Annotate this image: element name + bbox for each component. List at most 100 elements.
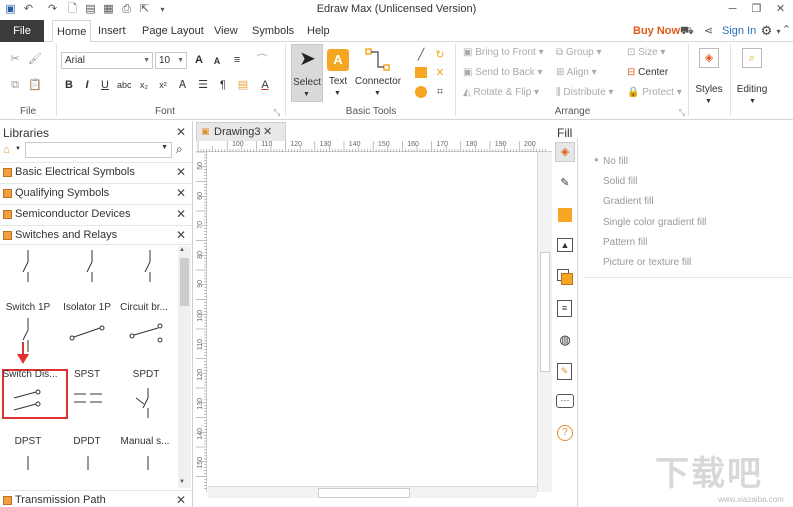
crop-tool-icon[interactable]: ⌗ xyxy=(433,85,447,99)
rotate-arc-icon[interactable]: ↻ xyxy=(433,48,447,62)
text-tool-button[interactable]: A Text ▼ xyxy=(326,44,350,102)
font-dialog-launcher-icon[interactable]: ⤡ xyxy=(270,106,284,120)
library-item-semiconductor[interactable]: Semiconductor Devices ✕ xyxy=(0,204,192,224)
superscript-icon[interactable]: x² xyxy=(156,78,170,92)
shape-circuit-breaker[interactable]: Circuit br... xyxy=(112,302,176,313)
close-libraries-icon[interactable]: ✕ xyxy=(176,125,186,139)
bring-to-front-button[interactable]: ▣ Bring to Front ▾ xyxy=(463,47,544,58)
underline-icon[interactable]: U xyxy=(98,78,112,92)
scroll-up-icon[interactable]: ▲ xyxy=(179,247,185,253)
rectangle-tool-icon[interactable] xyxy=(415,67,427,78)
drawing-canvas[interactable] xyxy=(208,152,537,486)
align-text-icon[interactable]: ≡ xyxy=(230,53,244,67)
globe-hyperlink-icon[interactable]: ◍ xyxy=(557,332,573,348)
line-style-icon[interactable]: ✎ xyxy=(557,176,573,192)
search-icon[interactable]: ⌕ xyxy=(176,142,183,157)
rotate-flip-button[interactable]: ◭ Rotate & Flip ▾ xyxy=(463,87,539,98)
tab-symbols[interactable]: Symbols xyxy=(248,20,298,42)
font-size-select[interactable]: 10 ▼ xyxy=(155,52,187,69)
image-icon[interactable]: ▲ xyxy=(557,238,573,252)
library-item-qualifying[interactable]: Qualifying Symbols ✕ xyxy=(0,183,192,203)
distribute-button[interactable]: ⫼ Distribute ▾ xyxy=(556,87,613,98)
fill-paint-bucket-icon[interactable]: ◈ xyxy=(555,142,575,162)
scroll-down-icon[interactable]: ▼ xyxy=(179,479,185,485)
canvas-scroll-thumb[interactable] xyxy=(540,252,550,372)
library-scrollbar[interactable]: ▲ ▼ xyxy=(178,246,191,488)
subscript-icon[interactable]: x₂ xyxy=(137,78,151,92)
close-library-icon[interactable]: ✕ xyxy=(176,493,186,507)
tab-view[interactable]: View xyxy=(210,20,242,42)
cart-icon[interactable]: ⛟ xyxy=(680,25,694,38)
align-button[interactable]: ⊞ Align ▾ xyxy=(556,67,597,78)
numbering-icon[interactable]: ☰ xyxy=(196,78,210,92)
library-search-input[interactable]: ▼ xyxy=(25,142,172,158)
strikethrough-icon[interactable]: abc xyxy=(117,78,132,92)
font-family-select[interactable]: Arial ▼ xyxy=(61,52,153,69)
shape-switch-disconnector[interactable]: Switch Dis... xyxy=(0,369,62,380)
highlight-icon[interactable]: ▤ xyxy=(236,78,250,92)
paragraph-icon[interactable]: ¶ xyxy=(216,78,230,92)
library-item-transmission-path[interactable]: Transmission Path ✕ xyxy=(0,490,192,507)
document-tab[interactable]: ▣ Drawing3 ✕ xyxy=(196,122,286,141)
tab-home[interactable]: Home xyxy=(52,20,92,43)
bold-icon[interactable]: B xyxy=(62,78,76,92)
close-library-icon[interactable]: ✕ xyxy=(176,207,186,221)
canvas-vertical-scrollbar[interactable] xyxy=(537,152,552,492)
group-button[interactable]: ⧉ Group ▾ xyxy=(556,47,602,58)
document-edit-icon[interactable]: ✎ xyxy=(557,363,572,380)
close-library-icon[interactable]: ✕ xyxy=(176,186,186,200)
cut-icon[interactable]: ✂ xyxy=(8,52,22,66)
bullets-icon[interactable]: ⌒ xyxy=(255,53,269,67)
center-button[interactable]: ⊟ Center xyxy=(627,67,668,78)
shrink-font-icon[interactable]: A xyxy=(210,54,224,68)
comment-icon[interactable]: ··· xyxy=(556,394,574,408)
cross-tool-icon[interactable]: ✕ xyxy=(433,66,447,80)
line-tool-icon[interactable]: ╱ xyxy=(414,48,428,62)
scroll-thumb[interactable] xyxy=(180,258,189,306)
close-library-icon[interactable]: ✕ xyxy=(176,228,186,242)
close-library-icon[interactable]: ✕ xyxy=(176,165,186,179)
editing-button[interactable]: ⌕ Editing ▼ xyxy=(735,46,771,108)
styles-button[interactable]: ◈ Styles ▼ xyxy=(693,46,725,108)
sign-in-link[interactable]: Sign In xyxy=(718,20,760,42)
italic-icon[interactable]: I xyxy=(80,78,94,92)
tab-help[interactable]: Help xyxy=(303,20,334,42)
send-to-back-button[interactable]: ▣ Send to Back ▾ xyxy=(463,67,543,78)
home-library-icon[interactable]: ⌂ xyxy=(3,144,10,156)
library-item-switches-relays[interactable]: Switches and Relays ✕ xyxy=(0,225,192,245)
arrange-dialog-launcher-icon[interactable]: ⤡ xyxy=(675,106,689,120)
minimize-icon[interactable]: ─ xyxy=(726,3,739,16)
library-item-basic-electrical[interactable]: Basic Electrical Symbols ✕ xyxy=(0,162,192,182)
shape-spst[interactable]: SPST xyxy=(55,369,119,380)
canvas-horizontal-scrollbar[interactable] xyxy=(208,486,537,498)
size-button[interactable]: ⊡ Size ▾ xyxy=(627,47,665,58)
close-window-icon[interactable]: ✕ xyxy=(774,3,787,16)
share-icon[interactable]: ⋖ xyxy=(702,25,715,38)
format-painter-icon[interactable]: 🖌 xyxy=(28,52,42,66)
shadow-color-icon[interactable] xyxy=(558,208,572,222)
shape-manual-switch[interactable]: Manual s... xyxy=(113,436,177,447)
grow-font-icon[interactable]: A xyxy=(192,53,206,67)
shape-isolator-1p[interactable]: Isolator 1P xyxy=(55,302,119,313)
buy-now-link[interactable]: Buy Now xyxy=(629,20,684,42)
ellipse-tool-icon[interactable] xyxy=(415,86,427,98)
connector-tool-button[interactable]: Connector ▼ xyxy=(354,44,402,102)
collapse-ribbon-icon[interactable]: ⌃ xyxy=(780,24,793,37)
file-menu[interactable]: File xyxy=(0,20,44,42)
select-tool-button[interactable]: ➤ Select ▼ xyxy=(291,44,323,102)
font-color-icon[interactable]: A xyxy=(258,78,272,92)
shape-dpdt[interactable]: DPDT xyxy=(55,436,119,447)
shape-spdt[interactable]: SPDT xyxy=(114,369,178,380)
chevron-down-icon[interactable]: ▼ xyxy=(15,146,21,152)
tab-page-layout[interactable]: Page Layout xyxy=(138,20,208,42)
restore-icon[interactable]: ❐ xyxy=(750,3,763,16)
shape-switch-1p[interactable]: Switch 1P xyxy=(0,302,60,313)
help-icon[interactable]: ? xyxy=(557,425,573,441)
page-list-icon[interactable]: ≡ xyxy=(557,300,572,317)
copy-icon[interactable]: ⧉ xyxy=(8,78,22,92)
canvas-hscroll-thumb[interactable] xyxy=(318,488,410,498)
paste-icon[interactable]: 📋 xyxy=(28,78,42,92)
shape-dpst[interactable]: DPST xyxy=(0,436,60,447)
close-tab-icon[interactable]: ✕ xyxy=(263,125,272,138)
tab-insert[interactable]: Insert xyxy=(94,20,130,42)
